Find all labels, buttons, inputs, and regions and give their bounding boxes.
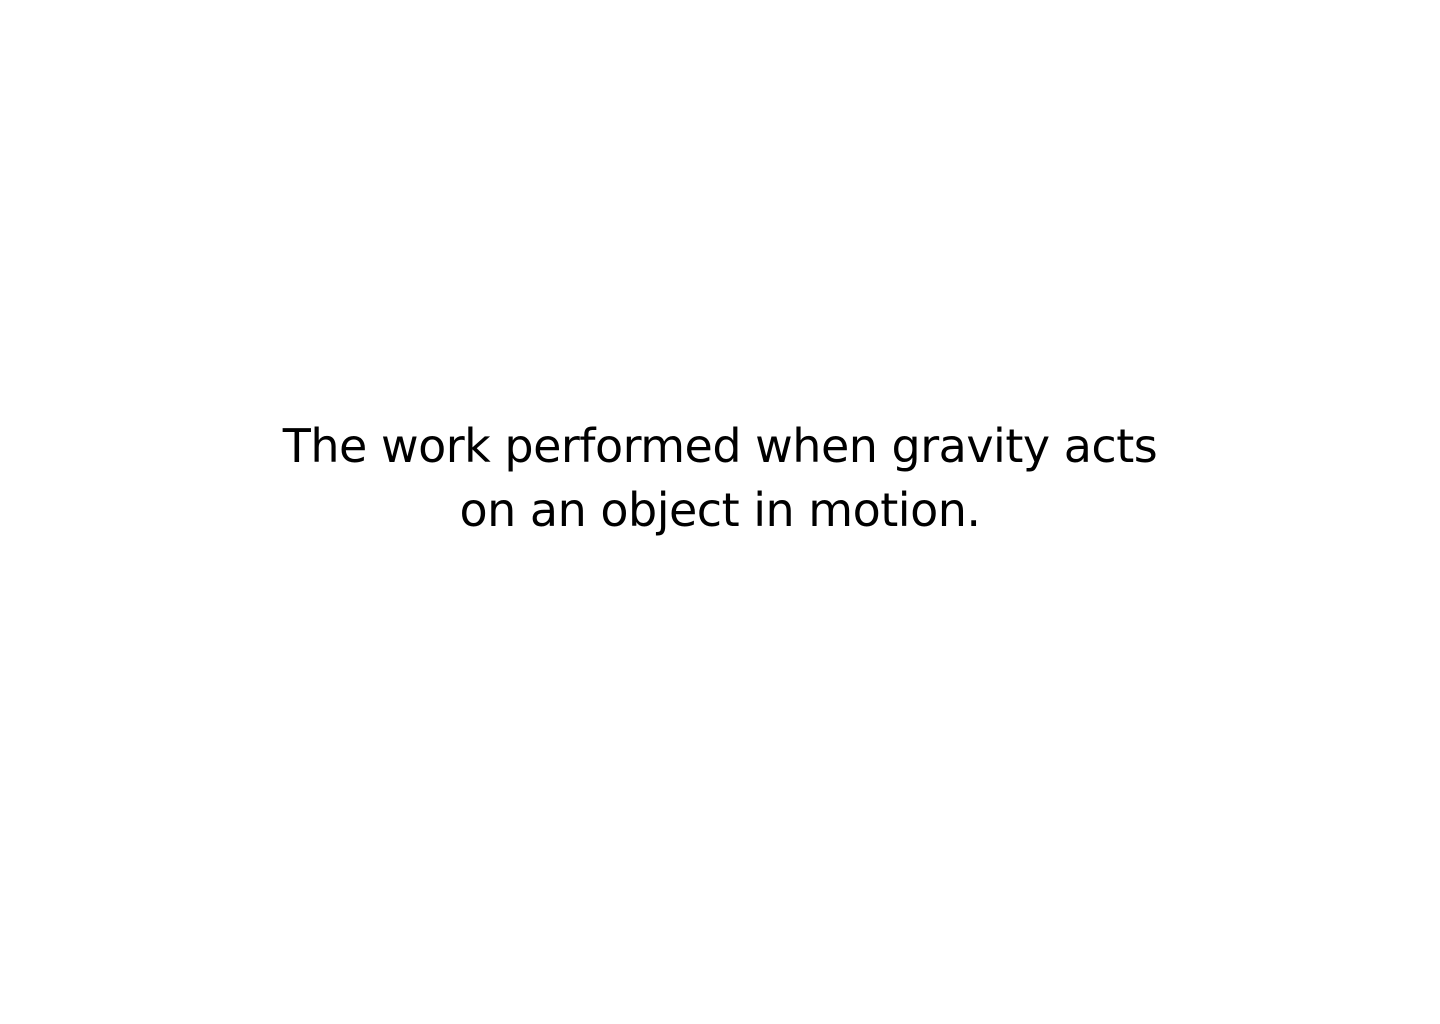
definition-line-1: The work performed when gravity acts (282, 419, 1158, 473)
definition-text: The work performed when gravity acts on … (0, 414, 1440, 542)
definition-line-2: on an object in motion. (459, 483, 981, 537)
flashcard-canvas: The work performed when gravity acts on … (0, 0, 1440, 1024)
